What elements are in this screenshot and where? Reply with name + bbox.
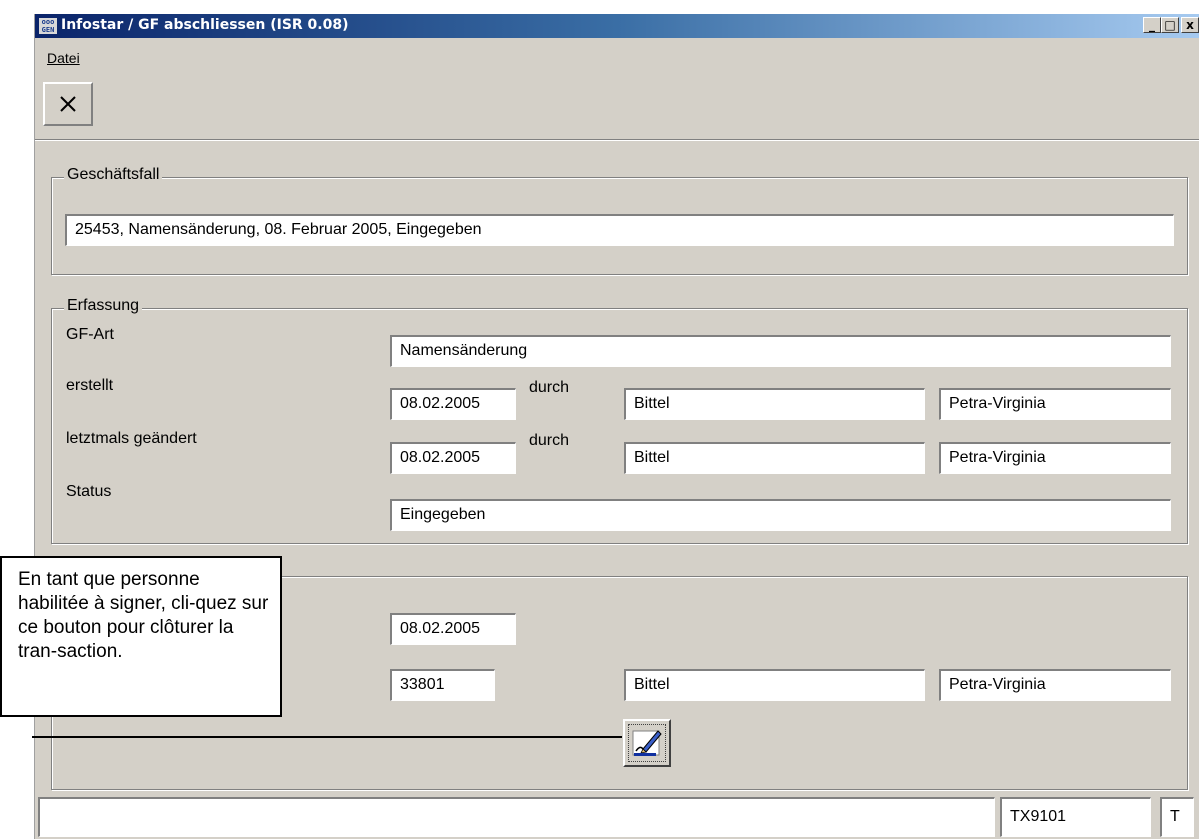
geschaeftsfall-legend: Geschäftsfall [64,166,163,184]
menu-datei[interactable]: Datei [47,50,80,66]
close-x-icon [60,96,76,112]
abschluss-date-field[interactable]: 08.02.2005 [390,613,516,645]
status-message [38,797,995,837]
signature-pen-icon [632,730,662,756]
erstellt-date-field[interactable]: 08.02.2005 [390,388,516,420]
erstellt-name-field[interactable]: Bittel [624,388,925,420]
toolbar-close-button[interactable] [43,82,93,126]
callout-pointer-line [32,736,622,738]
status-code: TX9101 [1000,797,1151,837]
erfassung-legend: Erfassung [64,297,143,315]
abschluss-userid-field[interactable]: 33801 [390,669,495,701]
toolbar-separator [35,139,1199,141]
status-label: Status [66,483,112,500]
abschluss-name-field[interactable]: Bittel [624,669,925,701]
close-button[interactable]: x [1181,17,1199,33]
minimize-button[interactable]: _ [1143,17,1161,33]
status-mode: T [1160,797,1194,837]
geschaeftsfall-field[interactable]: 25453, Namensänderung, 08. Februar 2005,… [65,214,1174,246]
geaendert-label: letztmals geändert [66,430,197,447]
sign-button[interactable] [623,719,671,767]
erstellt-durch-label: durch [529,379,570,396]
title-bar[interactable]: ooo GEN Infostar / GF abschliessen (ISR … [35,14,1199,38]
geaendert-name-field[interactable]: Bittel [624,442,925,474]
gf-art-label: GF-Art [66,326,114,343]
erstellt-vorname-field[interactable]: Petra-Virginia [939,388,1171,420]
geschaeftsfall-group: Geschäftsfall 25453, Namensänderung, 08.… [51,166,1188,275]
geaendert-durch-label: durch [529,432,570,449]
gf-art-field[interactable]: Namensänderung [390,335,1171,367]
callout-text: En tant que personne habilitée à signer,… [18,569,269,662]
geaendert-date-field[interactable]: 08.02.2005 [390,442,516,474]
maximize-button[interactable]: □ [1161,17,1179,33]
callout-box: En tant que personne habilitée à signer,… [0,556,282,717]
app-icon: ooo GEN [39,18,57,34]
status-field[interactable]: Eingegeben [390,499,1171,531]
sign-button-focus [628,724,666,762]
window-title: Infostar / GF abschliessen (ISR 0.08) [61,17,349,33]
abschluss-vorname-field[interactable]: Petra-Virginia [939,669,1171,701]
erstellt-label: erstellt [66,377,114,394]
erfassung-group: Erfassung GF-Art Namensänderung erstellt… [51,297,1188,544]
geaendert-vorname-field[interactable]: Petra-Virginia [939,442,1171,474]
